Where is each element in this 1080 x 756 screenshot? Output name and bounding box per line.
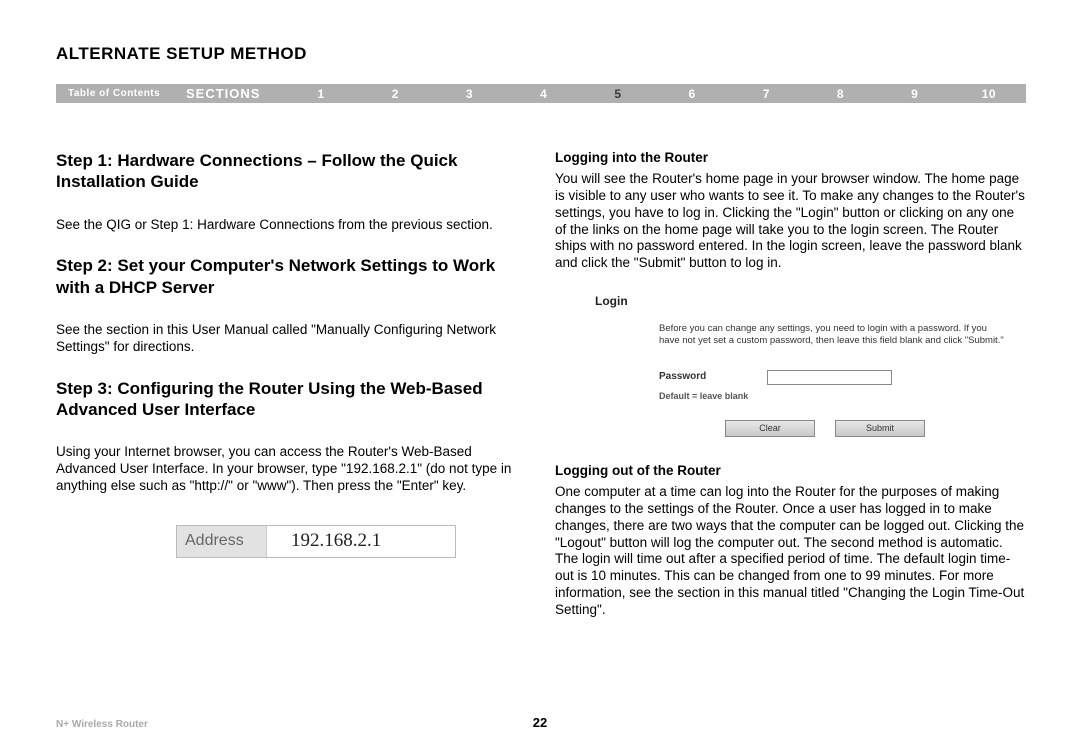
submit-button[interactable]: Submit — [835, 420, 925, 437]
nav-section-8[interactable]: 8 — [803, 87, 877, 101]
nav-toc[interactable]: Table of Contents — [56, 88, 186, 99]
login-default-note: Default = leave blank — [659, 391, 1005, 402]
logout-body: One computer at a time can log into the … — [555, 484, 1026, 619]
login-box-title: Login — [595, 294, 1005, 309]
page-title: ALTERNATE SETUP METHOD — [56, 44, 307, 64]
nav-section-1[interactable]: 1 — [284, 87, 358, 101]
login-password-input[interactable] — [767, 370, 892, 385]
login-box-desc: Before you can change any settings, you … — [659, 323, 1005, 348]
login-buttons: Clear Submit — [725, 420, 1005, 437]
login-heading: Logging into the Router — [555, 150, 1026, 167]
step1-heading: Step 1: Hardware Connections – Follow th… — [56, 150, 527, 193]
login-box: Login Before you can change any settings… — [595, 294, 1005, 437]
nav-section-5[interactable]: 5 — [581, 87, 655, 101]
nav-section-numbers: 1 2 3 4 5 6 7 8 9 10 — [284, 87, 1026, 101]
login-password-label: Password — [659, 371, 767, 384]
left-column: Step 1: Hardware Connections – Follow th… — [56, 150, 527, 641]
step2-heading: Step 2: Set your Computer's Network Sett… — [56, 255, 527, 298]
nav-section-3[interactable]: 3 — [432, 87, 506, 101]
nav-section-2[interactable]: 2 — [358, 87, 432, 101]
clear-button[interactable]: Clear — [725, 420, 815, 437]
nav-sections-label: SECTIONS — [186, 86, 284, 101]
nav-bar: Table of Contents SECTIONS 1 2 3 4 5 6 7… — [56, 84, 1026, 103]
content: Step 1: Hardware Connections – Follow th… — [56, 150, 1026, 641]
address-bar: Address 192.168.2.1 — [176, 525, 456, 558]
address-value[interactable]: 192.168.2.1 — [267, 526, 455, 557]
footer-product: N+ Wireless Router — [56, 719, 148, 730]
nav-section-10[interactable]: 10 — [952, 87, 1026, 101]
step3-heading: Step 3: Configuring the Router Using the… — [56, 378, 527, 421]
step2-body: See the section in this User Manual call… — [56, 322, 527, 356]
login-password-row: Password — [659, 370, 1005, 385]
nav-section-6[interactable]: 6 — [655, 87, 729, 101]
nav-section-9[interactable]: 9 — [878, 87, 952, 101]
logout-heading: Logging out of the Router — [555, 463, 1026, 480]
footer-page-number: 22 — [533, 715, 547, 730]
nav-section-4[interactable]: 4 — [507, 87, 581, 101]
right-column: Logging into the Router You will see the… — [555, 150, 1026, 641]
address-label: Address — [177, 526, 267, 557]
login-body: You will see the Router's home page in y… — [555, 171, 1026, 272]
step1-body: See the QIG or Step 1: Hardware Connecti… — [56, 217, 527, 234]
step3-body: Using your Internet browser, you can acc… — [56, 444, 527, 495]
nav-section-7[interactable]: 7 — [729, 87, 803, 101]
